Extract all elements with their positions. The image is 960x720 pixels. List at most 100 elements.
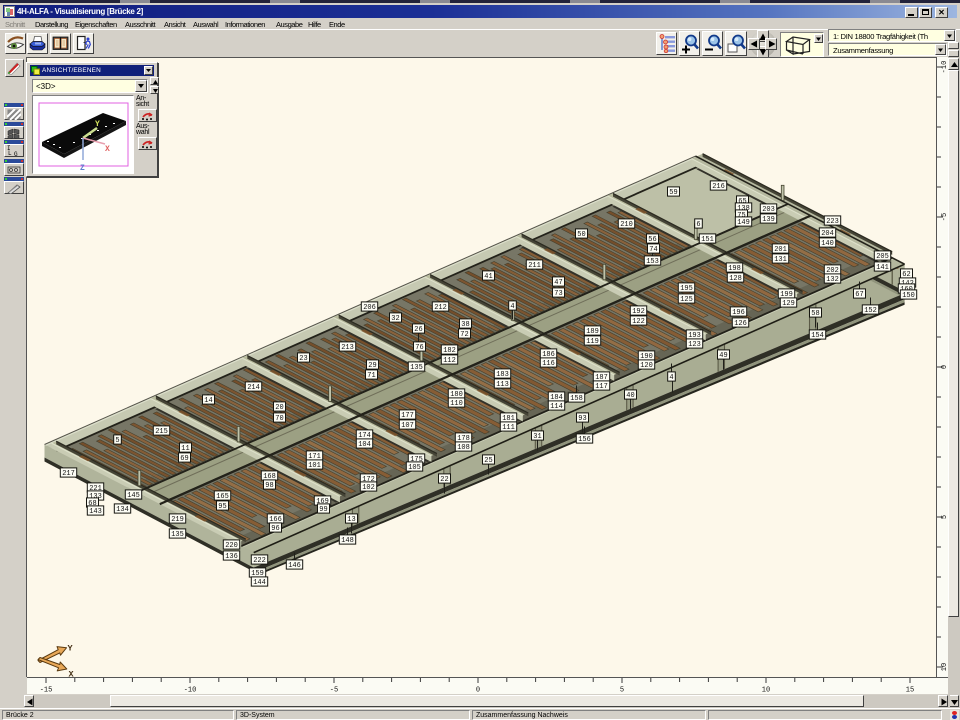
svg-text:183: 183: [496, 371, 509, 379]
svg-text:32: 32: [391, 315, 399, 323]
svg-text:26: 26: [414, 326, 422, 334]
svg-text:69: 69: [180, 455, 188, 463]
svg-text:-5: -5: [330, 687, 338, 695]
svg-text:182: 182: [443, 347, 456, 355]
svg-text:-15: -15: [40, 687, 53, 695]
svg-text:10: 10: [762, 687, 770, 695]
svg-text:111: 111: [502, 424, 515, 432]
svg-text:108: 108: [457, 444, 470, 452]
svg-text:15: 15: [906, 687, 914, 695]
svg-text:149: 149: [737, 219, 750, 227]
svg-text:153: 153: [646, 258, 659, 266]
svg-text:189: 189: [586, 328, 599, 336]
svg-text:40: 40: [626, 392, 634, 400]
svg-text:49: 49: [719, 352, 727, 360]
svg-text:128: 128: [729, 275, 742, 283]
svg-text:50: 50: [577, 231, 585, 239]
svg-text:Y: Y: [68, 644, 74, 654]
svg-text:31: 31: [533, 433, 541, 441]
svg-text:132: 132: [826, 276, 839, 284]
svg-text:122: 122: [632, 318, 645, 326]
svg-text:22: 22: [440, 476, 448, 484]
svg-text:116: 116: [542, 360, 555, 368]
svg-text:56: 56: [648, 236, 656, 244]
svg-text:203: 203: [762, 206, 775, 214]
svg-text:117: 117: [595, 383, 608, 391]
svg-text:210: 210: [620, 221, 633, 229]
svg-text:215: 215: [155, 428, 168, 436]
svg-text:139: 139: [762, 216, 775, 224]
svg-text:211: 211: [528, 262, 541, 270]
svg-text:144: 144: [253, 579, 266, 587]
svg-text:223: 223: [826, 218, 839, 226]
svg-text:196: 196: [732, 309, 745, 317]
svg-text:201: 201: [774, 246, 787, 254]
svg-text:146: 146: [288, 562, 301, 570]
svg-text:141: 141: [876, 264, 889, 272]
svg-text:58: 58: [811, 310, 819, 318]
svg-text:125: 125: [680, 296, 693, 304]
svg-text:198: 198: [728, 265, 741, 273]
svg-text:145: 145: [127, 492, 140, 500]
svg-text:Y: Y: [95, 120, 100, 129]
svg-text:220: 220: [225, 542, 238, 550]
svg-text:216: 216: [712, 183, 725, 191]
svg-text:-10: -10: [184, 687, 197, 695]
svg-text:59: 59: [669, 189, 677, 197]
svg-text:13: 13: [347, 516, 355, 524]
svg-text:131: 131: [774, 256, 787, 264]
svg-text:25: 25: [484, 457, 492, 465]
svg-text:205: 205: [876, 253, 889, 261]
svg-text:95: 95: [218, 503, 226, 511]
svg-text:120: 120: [640, 362, 653, 370]
svg-text:105: 105: [408, 464, 421, 472]
svg-text:102: 102: [362, 484, 375, 492]
svg-text:151: 151: [701, 236, 714, 244]
svg-text:206: 206: [363, 304, 376, 312]
svg-text:126: 126: [734, 320, 747, 328]
svg-text:134: 134: [116, 506, 129, 514]
svg-text:41: 41: [484, 273, 492, 281]
svg-text:217: 217: [62, 470, 75, 478]
svg-text:135: 135: [410, 364, 423, 372]
svg-text:29: 29: [368, 362, 376, 370]
svg-text:76: 76: [415, 344, 423, 352]
svg-text:74: 74: [649, 246, 657, 254]
svg-text:213: 213: [341, 344, 354, 352]
svg-text:Z: Z: [80, 164, 85, 173]
svg-text:222: 222: [253, 557, 266, 565]
svg-text:112: 112: [443, 357, 456, 365]
svg-text:114: 114: [550, 403, 563, 411]
svg-text:129: 129: [782, 300, 795, 308]
svg-text:X: X: [105, 145, 110, 154]
svg-text:71: 71: [367, 372, 375, 380]
svg-text:67: 67: [855, 291, 863, 299]
svg-text:23: 23: [299, 355, 307, 363]
svg-text:38: 38: [461, 321, 469, 329]
svg-text:152: 152: [864, 307, 877, 315]
svg-text:20: 20: [275, 404, 283, 412]
svg-text:47: 47: [554, 279, 562, 287]
svg-text:219: 219: [171, 516, 184, 524]
svg-text:192: 192: [632, 308, 645, 316]
svg-text:93: 93: [578, 415, 586, 423]
svg-text:104: 104: [358, 441, 371, 449]
svg-text:73: 73: [554, 290, 562, 298]
svg-text:135: 135: [171, 531, 184, 539]
svg-text:0: 0: [476, 687, 480, 695]
svg-text:140: 140: [821, 240, 834, 248]
svg-text:177: 177: [401, 412, 414, 420]
svg-text:11: 11: [181, 445, 189, 453]
svg-text:123: 123: [688, 341, 701, 349]
svg-text:99: 99: [319, 506, 327, 514]
svg-text:136: 136: [225, 553, 238, 561]
svg-text:150: 150: [902, 292, 915, 300]
svg-text:113: 113: [496, 381, 509, 389]
svg-text:107: 107: [401, 422, 414, 430]
svg-text:143: 143: [89, 508, 102, 516]
svg-text:5: 5: [620, 687, 624, 695]
svg-text:204: 204: [821, 230, 834, 238]
svg-text:96: 96: [271, 525, 279, 533]
svg-text:14: 14: [204, 397, 212, 405]
svg-text:X: X: [69, 670, 75, 678]
